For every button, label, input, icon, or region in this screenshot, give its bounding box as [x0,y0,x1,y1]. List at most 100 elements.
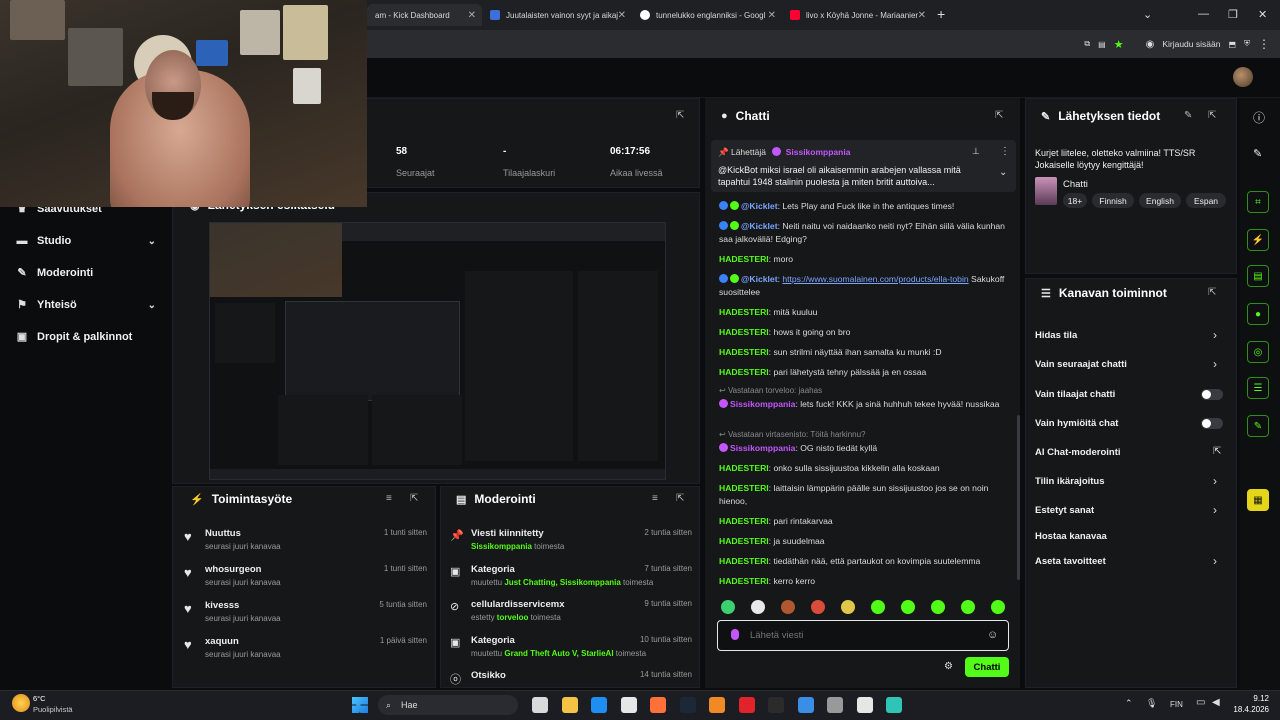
chat-username[interactable]: HADESTERI [719,367,769,377]
steam-icon[interactable] [679,697,696,713]
channel-action-1[interactable]: Vain seuraajat chatti [1035,359,1127,370]
language-indicator[interactable]: FIN [1170,700,1183,709]
chat-username[interactable]: HADESTERI [719,536,769,546]
list-item[interactable]: whosurgeon seurasi juuri kanavaa 1 tunti s… [205,564,427,587]
emote-icon[interactable] [721,600,735,614]
chat-username[interactable]: HADESTERI [719,516,769,526]
more-icon[interactable]: ⋮ [1000,146,1010,157]
broadcast-icon[interactable]: ◎ [1247,341,1269,363]
file-explorer-icon[interactable] [561,697,578,713]
menu-icon[interactable]: ⋮ [1258,37,1270,51]
list-item[interactable]: Kategoria muutettu Grand Theft Auto V, St… [471,635,692,658]
chevron-right-icon[interactable]: › [1213,503,1217,517]
chat-link[interactable]: https://www.suomalainen.com/products/ell… [782,274,968,284]
chat-username[interactable]: HADESTERI [719,463,769,473]
obs-icon[interactable] [827,697,843,713]
chat-username[interactable]: HADESTERI [719,307,769,317]
toggle-switch[interactable] [1201,418,1223,429]
popout-icon[interactable]: ⇱ [676,493,684,504]
chat-username[interactable]: HADESTERI [719,576,769,586]
chat-username[interactable]: HADESTERI [719,556,769,566]
wrench-icon[interactable]: ✎ [1247,415,1269,437]
chat-username[interactable]: @Kicklet [741,201,778,211]
list-icon[interactable]: ☰ [1247,377,1269,399]
shield-icon[interactable]: ⛨ [1244,39,1250,49]
channel-action-0[interactable]: Hidas tila [1035,330,1077,341]
avatar[interactable] [1233,67,1253,87]
popout-icon[interactable]: ⇱ [676,110,684,121]
chat-username[interactable]: HADESTERI [719,483,769,493]
mic-icon[interactable]: 🎙 [1146,698,1157,709]
emote-icon[interactable] [991,600,1005,614]
list-item[interactable]: kivesss seurasi juuri kanavaa 5 tuntia sit… [205,600,427,623]
notepad-icon[interactable] [856,697,873,713]
emote-icon[interactable] [751,600,765,614]
chat-username[interactable]: HADESTERI [719,254,769,264]
store-icon[interactable] [620,697,637,713]
info-icon[interactable]: ⓘ [1253,109,1265,126]
list-item[interactable]: Kategoria muutettu Just Chatting, Sissiko… [471,564,692,587]
list-item[interactable]: Otsikko 14 tuntia sitten [471,670,692,681]
channel-action-3[interactable]: Vain hymiöitä chat [1035,418,1118,429]
channel-action-8[interactable]: Aseta tavoitteet [1035,556,1106,567]
popout-icon[interactable]: ⇱ [410,493,418,504]
tab-google[interactable]: tunnelukko englanniksi - Googl ✕ [632,4,782,26]
tab-youtube[interactable]: livo x Köyhä Jonne - Mariaanier ✕ [782,4,932,26]
tab-juutalaisten[interactable]: Juutalaisten vainon syyt ja aikaj ✕ [482,4,632,26]
emote-icon[interactable] [781,600,795,614]
opera-icon[interactable] [738,697,755,713]
popout-icon[interactable]: ⇱ [1208,287,1216,298]
popout-icon[interactable]: ⇱ [995,110,1003,121]
sidebar-item-community[interactable]: ⚑ Yhteisö ⌄ [16,299,156,311]
network-icon[interactable]: ▭ [1196,697,1205,708]
list-item[interactable]: Viesti kiinnitetty Sissikomppania toimest… [471,528,692,551]
filter-icon[interactable]: ≡ [386,493,392,504]
list-item[interactable]: cellulardisservicemx estetty torveloo toi… [471,599,692,622]
filter-icon[interactable]: ≡ [652,493,658,504]
external-link-icon[interactable]: ⇱ [1213,446,1221,457]
sidebar-item-studio[interactable]: ▬ Studio ⌄ [16,235,157,247]
profile-icon[interactable]: ◉ [1146,39,1155,50]
app-icon[interactable] [886,697,902,713]
vlc-icon[interactable] [709,697,725,713]
tag-chip[interactable]: Finnish [1092,193,1134,208]
close-icon[interactable]: ✕ [468,10,476,21]
chat-input[interactable] [750,627,970,643]
snipping-icon[interactable] [797,697,814,713]
chat-username[interactable]: HADESTERI [719,347,769,357]
channel-action-4[interactable]: AI Chat-moderointi [1035,447,1121,458]
scan-icon[interactable]: ⌗ [1247,191,1269,213]
channel-action-7[interactable]: Hostaa kanavaa [1035,531,1107,542]
sidebar-item-drops[interactable]: ▣ Dropit & palkinnot [16,331,156,343]
gear-icon[interactable]: ⚙ [944,661,953,672]
chat-username[interactable]: @Kicklet [741,274,778,284]
pen-icon[interactable]: ✎ [1253,147,1262,160]
edge-icon[interactable] [591,697,607,713]
close-icon[interactable]: ✕ [918,10,926,21]
close-window-icon[interactable]: ✕ [1258,8,1267,21]
firefox-icon[interactable] [650,697,666,713]
tag-chip[interactable]: English [1139,193,1181,208]
tab-kick-dashboard[interactable]: am - Kick Dashboard ✕ [367,4,482,26]
channel-action-5[interactable]: Tilin ikärajoitus [1035,476,1105,487]
chevron-up-icon[interactable]: ⌃ [1125,698,1133,709]
terminal-icon[interactable] [768,697,784,713]
screenshot-icon[interactable]: ⧉ [1084,39,1090,49]
edit-icon[interactable]: ✎ [1184,110,1192,121]
chat-username[interactable]: Sissikomppania [730,399,795,409]
stream-preview-video[interactable] [209,222,666,480]
clapper-icon[interactable]: ▦ [1247,489,1269,511]
emote-icon[interactable] [841,600,855,614]
chevron-down-icon[interactable]: ⌄ [999,167,1007,178]
tag-chip[interactable]: Espan [1186,193,1226,208]
unpin-icon[interactable]: ⊥ [972,146,980,157]
chevron-right-icon[interactable]: › [1213,357,1217,371]
list-item[interactable]: xaquun seurasi juuri kanavaa 1 päivä sitte… [205,636,427,659]
emoji-icon[interactable]: ☺ [987,629,998,641]
maximize-icon[interactable]: ❐ [1228,8,1238,21]
tab-search-icon[interactable]: ⌄ [1143,8,1152,21]
chevron-right-icon[interactable]: › [1213,474,1217,488]
emote-icon[interactable] [871,600,885,614]
toggle-switch[interactable] [1201,389,1223,400]
emote-icon[interactable] [931,600,945,614]
